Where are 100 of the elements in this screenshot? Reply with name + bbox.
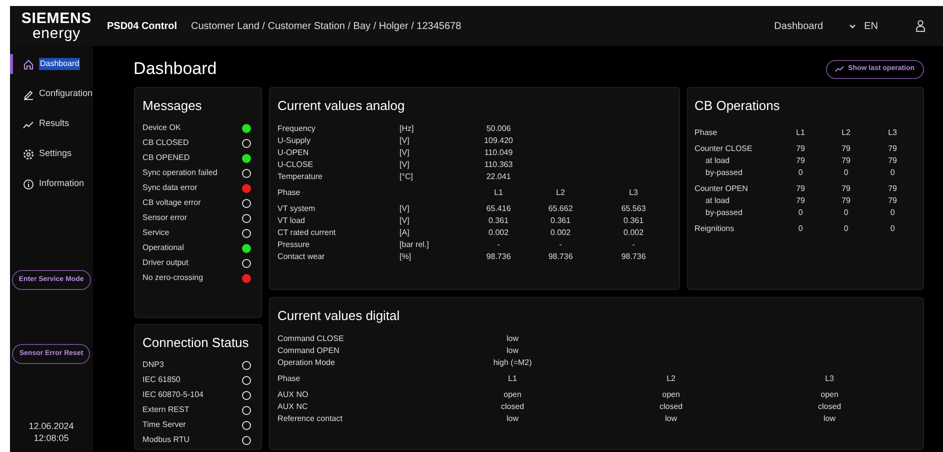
column-header: Phase — [278, 186, 302, 198]
row-label: by-passed — [704, 166, 744, 178]
column-header: L1 — [507, 372, 518, 384]
row-label: AUX NC — [278, 400, 309, 412]
date-text: 12.06.2024 — [28, 420, 74, 432]
settings-icon — [23, 148, 34, 160]
language-dropdown[interactable]: EN — [849, 18, 878, 34]
status-label: CB CLOSED — [142, 137, 189, 149]
table-cell-text: closed — [500, 400, 526, 412]
row-label: Command CLOSE — [278, 332, 345, 344]
table-cell-text: closed — [658, 400, 684, 412]
status-label: Modbus RTU — [142, 434, 190, 446]
table-cell-text: 0 — [797, 166, 804, 178]
row-label: Command OPEN — [278, 344, 340, 356]
table-cell-text: - — [631, 238, 636, 250]
nav-item[interactable]: Results — [10, 114, 93, 134]
panel-title: CB Operations — [694, 97, 781, 115]
nav-item[interactable]: Configuration — [10, 84, 93, 104]
column-header: L3 — [824, 372, 835, 384]
chevron-down-icon — [849, 24, 856, 28]
table-cell-text: 79 — [840, 142, 852, 154]
table-cell-text: low — [506, 332, 520, 344]
column-header: L1 — [493, 186, 504, 198]
status-label: Time Server — [142, 419, 186, 431]
row-label: Temperature — [278, 170, 324, 182]
table-cell-text: 98.736 — [620, 250, 647, 262]
table-cell-text: 110.049 — [483, 146, 514, 158]
table-cell-text: 0.361 — [622, 214, 645, 226]
table-cell-text: 79 — [795, 182, 806, 194]
table-cell-text: 0.361 — [550, 214, 572, 226]
table-cell-text: open — [661, 388, 681, 400]
row-label: CT rated current — [278, 226, 337, 238]
row-label: Pressure — [278, 238, 311, 250]
row-label: Contact wear — [278, 250, 326, 262]
status-label: Operational — [142, 242, 184, 254]
row-label: Counter OPEN — [694, 182, 749, 194]
table-cell-text: - — [558, 238, 563, 250]
column-header: Phase — [278, 372, 302, 384]
logo-text: SIEMENS — [21, 11, 92, 26]
column-header: L3 — [887, 126, 898, 138]
column-header: L3 — [628, 186, 639, 198]
row-label: AUX NO — [278, 388, 310, 400]
unit-label: [%] — [400, 250, 412, 262]
home-icon — [23, 58, 34, 70]
row-label: by-passed — [704, 206, 744, 218]
user-icon[interactable] — [916, 20, 925, 32]
table-cell-text: 65.563 — [620, 202, 647, 214]
column-header: L2 — [555, 186, 566, 198]
status-label: CB voltage error — [142, 197, 201, 209]
table-cell-text: high (=M2) — [492, 356, 533, 368]
nav-item[interactable]: Settings — [10, 144, 93, 164]
status-label: Sensor error — [142, 212, 188, 224]
table-cell-text: 79 — [840, 154, 852, 166]
unit-label: [V] — [400, 146, 410, 158]
page-label: Dashboard — [774, 20, 824, 34]
unit-label: [V] — [400, 202, 410, 214]
table-cell-text: open — [820, 388, 840, 400]
table-cell-text: 0.002 — [622, 226, 645, 238]
nav-item[interactable]: Information — [10, 174, 93, 194]
table-cell-text: 0.361 — [488, 214, 510, 226]
table-cell-text: 0.002 — [550, 226, 572, 238]
logo-text: energy — [32, 26, 81, 41]
table-cell-text: 79 — [887, 194, 898, 206]
table-cell-text: 0 — [889, 166, 896, 178]
pen-icon — [23, 88, 34, 100]
row-label: Reference contact — [278, 412, 344, 424]
row-label: U-Supply — [278, 134, 312, 146]
table-cell-text: 109.420 — [483, 134, 514, 146]
table-cell-text: 50.006 — [485, 122, 512, 134]
trend-icon — [835, 66, 844, 72]
table-cell-text: 79 — [840, 194, 852, 206]
table-cell-text: 79 — [795, 142, 806, 154]
unit-label: [Hz] — [400, 122, 415, 134]
table-cell-text: open — [502, 388, 522, 400]
time-text: 12:08:05 — [34, 432, 69, 444]
table-cell-text: 98.736 — [547, 250, 574, 262]
table-cell-text: 79 — [795, 194, 806, 206]
status-label: IEC 60870-5-104 — [142, 389, 204, 401]
panel-title: Current values analog — [278, 97, 406, 115]
column-header: L2 — [840, 126, 852, 138]
status-label: CB OPENED — [142, 152, 190, 164]
info-icon — [23, 178, 34, 190]
table-cell-text: 98.736 — [485, 250, 512, 262]
table-cell-text: 0.002 — [488, 226, 510, 238]
trend-icon — [23, 118, 34, 130]
row-label: Counter CLOSE — [694, 142, 754, 154]
status-label: Sync operation failed — [142, 167, 218, 179]
status-label: No zero-crossing — [142, 272, 204, 284]
table-cell-text: low — [664, 412, 678, 424]
table-cell-text: - — [496, 238, 501, 250]
table-cell-text: 65.416 — [485, 202, 512, 214]
table-cell-text: low — [506, 412, 520, 424]
row-label: U-CLOSE — [278, 158, 314, 170]
unit-label: [V] — [400, 158, 410, 170]
row-label: at load — [704, 194, 731, 206]
panel-title: Current values digital — [278, 307, 401, 325]
row-label: VT system — [278, 202, 316, 214]
table-cell-text: 0 — [842, 206, 850, 218]
panel-title: Connection Status — [142, 334, 250, 352]
status-label: Service — [142, 227, 170, 239]
